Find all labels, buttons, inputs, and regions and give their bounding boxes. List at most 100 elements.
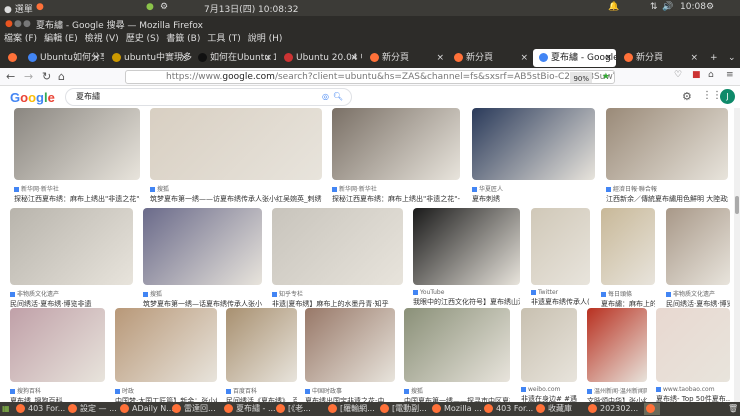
image-result[interactable]: 新华网·新华社 探秘江西夏布绣：麻布上绣出"非遗之花"-新华网 (14, 108, 140, 204)
close-tab-icon[interactable]: × (436, 49, 444, 67)
close-tab-icon[interactable]: × (604, 49, 612, 67)
tab[interactable]: 如何在Ubuntu 18× (192, 49, 276, 67)
new-tab-button[interactable]: + (704, 49, 718, 67)
result-title[interactable]: 探秘江西夏布绣：麻布上绣出"非遗之花"-新华网 (332, 194, 460, 204)
result-thumbnail[interactable] (531, 208, 590, 285)
lens-icon[interactable]: ◎ (322, 89, 329, 105)
taskbar-window[interactable]: ADaily N... (120, 403, 174, 415)
result-source[interactable]: 搜狗百科 (10, 386, 105, 395)
settings-icon[interactable]: ⚙ (682, 90, 692, 103)
tab[interactable]: 新分頁 × (364, 49, 448, 67)
taskbar-window[interactable]: 202302... (588, 403, 638, 415)
result-source[interactable]: 經濟日報·聯合報 (606, 184, 728, 193)
result-thumbnail[interactable] (413, 208, 520, 285)
result-thumbnail[interactable] (606, 108, 728, 180)
image-result[interactable]: 知乎专栏 非遗|夏布绣】麻布上的水墨丹青·知乎 (272, 208, 403, 309)
result-thumbnail[interactable] (10, 308, 105, 382)
tab[interactable]: Ubuntu 20.04 中× (278, 49, 362, 67)
forward-button[interactable]: → (24, 70, 33, 83)
result-thumbnail[interactable] (150, 108, 322, 180)
result-source[interactable]: 知乎专栏 (272, 289, 403, 298)
image-result[interactable]: 每日頭條 夏布繡：麻布上的水... (601, 208, 655, 309)
close-tab-icon[interactable]: × (264, 49, 272, 67)
firefox-launcher-icon[interactable]: ● (36, 2, 44, 12)
result-thumbnail[interactable] (587, 308, 647, 382)
tab-active[interactable]: 夏布繡 - Google × (533, 49, 616, 67)
result-thumbnail[interactable] (521, 308, 577, 382)
notification-icon[interactable]: 🔔 (608, 2, 619, 12)
list-tabs-button[interactable]: ⌄ (722, 49, 736, 67)
result-source[interactable]: 搜狐 (404, 386, 510, 395)
result-source[interactable]: 新华网·新华社 (14, 184, 140, 193)
result-title[interactable]: 夏布绣- Top 50件夏布... (656, 394, 730, 402)
image-result[interactable]: 搜狐 筑梦夏布第一绣—话夏布绣传承人张小红... (143, 208, 262, 309)
result-thumbnail[interactable] (666, 208, 730, 285)
menu-tools[interactable]: 工具 (T) (207, 34, 240, 44)
result-source[interactable]: 新华网·新华社 (332, 184, 460, 193)
apps-grid-icon[interactable]: ⋮⋮ (702, 90, 722, 101)
taskbar-window[interactable]: 收藏庫 (536, 403, 572, 415)
result-thumbnail[interactable] (14, 108, 140, 180)
result-source[interactable]: 华夏匠人 (472, 184, 595, 193)
system-gear-icon[interactable]: ⚙ (706, 2, 714, 12)
settings-gear-icon[interactable]: ⚙ (160, 2, 168, 12)
image-result[interactable]: 百度百科 民间绣活《夏布绣》_百... (226, 308, 297, 402)
result-thumbnail[interactable] (601, 208, 655, 285)
image-result[interactable]: 温州新闻·温州新闻网 文脉颂中华】张小红：夏... (587, 308, 647, 402)
clock[interactable]: 10:08 (680, 2, 706, 12)
image-result[interactable]: 搜狗百科 夏布绣_搜狗百科 (10, 308, 105, 402)
image-result[interactable]: Twitter 非遗夏布绣传承人(... (531, 208, 590, 307)
result-title[interactable]: 江西新余／傳統夏布繡用色鮮明 大陸政經 兩... (606, 194, 728, 204)
pocket-icon[interactable]: ♡ (674, 70, 682, 80)
result-source[interactable]: weibo.com (521, 386, 577, 393)
result-source[interactable]: 中国时政事 (305, 386, 395, 395)
image-result[interactable]: weibo.com 非遗在身边# #遇见... (521, 308, 577, 402)
result-title[interactable]: 夏布刺绣 (472, 194, 595, 204)
avatar[interactable]: J (720, 89, 735, 104)
result-thumbnail[interactable] (272, 208, 403, 285)
result-thumbnail[interactable] (656, 308, 730, 382)
updater-icon[interactable]: ● (146, 2, 154, 12)
result-title[interactable]: 我眼中的江西文化符号】夏布绣山河-... (413, 297, 520, 307)
result-title[interactable]: 非遗夏布绣传承人(... (531, 297, 590, 307)
tab[interactable]: Ubuntu如何分享 × (22, 49, 104, 67)
result-thumbnail[interactable] (332, 108, 460, 180)
result-source[interactable]: 百度百科 (226, 386, 297, 395)
image-result[interactable]: 华夏匠人 夏布刺绣 (472, 108, 595, 204)
minimize-button[interactable]: ● (14, 19, 22, 29)
taskbar-window[interactable]: 夏布繡 - ... (224, 403, 276, 415)
network-icon[interactable]: ⇅ (650, 2, 658, 12)
result-source[interactable]: www.taobao.com (656, 386, 730, 393)
result-source[interactable]: 搜狐 (150, 184, 322, 193)
image-result[interactable]: 新华网·新华社 探秘江西夏布绣：麻布上绣出"非遗之花"-新华网 (332, 108, 460, 204)
result-source[interactable]: 非物质文化遗产 (666, 289, 730, 298)
search-input[interactable]: 夏布繡 ◎ 🔍︎ (65, 88, 352, 106)
result-title[interactable]: 探秘江西夏布绣：麻布上绣出"非遗之花"-新华网 (14, 194, 140, 204)
menu-icon[interactable]: ≡ (726, 70, 734, 80)
show-desktop-icon[interactable]: ▦ (2, 403, 10, 415)
result-thumbnail[interactable] (10, 208, 133, 285)
taskbar-window-active[interactable] (644, 403, 660, 415)
menu-bookmarks[interactable]: 書籤 (B) (166, 34, 200, 44)
reload-button[interactable]: ↻ (42, 70, 51, 83)
close-tab-icon[interactable]: × (520, 49, 528, 67)
firefox-view-button[interactable] (2, 49, 20, 67)
close-window-button[interactable]: ● (5, 19, 13, 29)
image-result[interactable]: 中国时政事 夏布绣出国宝非遗之花-中... (305, 308, 395, 402)
image-result[interactable]: 搜狐 筑梦夏布第一绣——访夏布绣传承人张小红吴婉英_刺绣 (150, 108, 322, 204)
scrollbar[interactable] (734, 108, 740, 402)
taskbar-window[interactable]: [羅輸網... (328, 403, 375, 415)
zoom-level[interactable]: 90% (570, 72, 592, 83)
home-button[interactable]: ⌂ (58, 70, 65, 83)
taskbar-window[interactable]: 403 For... (484, 403, 533, 415)
taskbar-window[interactable]: [《老... (276, 403, 311, 415)
result-source[interactable]: 非物质文化遗产 (10, 289, 133, 298)
result-thumbnail[interactable] (143, 208, 262, 285)
result-source[interactable]: 时政 (115, 386, 217, 395)
close-tab-icon[interactable]: × (350, 49, 358, 67)
account-icon[interactable]: ⌂ (708, 70, 714, 80)
image-result[interactable]: 时政 中国梦·大国工匠篇】新余：张小红和... (115, 308, 217, 402)
result-thumbnail[interactable] (305, 308, 395, 382)
image-result[interactable]: 搜狐 中国夏布第一绣——探寻市中区夏布绣... (404, 308, 510, 402)
result-thumbnail[interactable] (226, 308, 297, 382)
